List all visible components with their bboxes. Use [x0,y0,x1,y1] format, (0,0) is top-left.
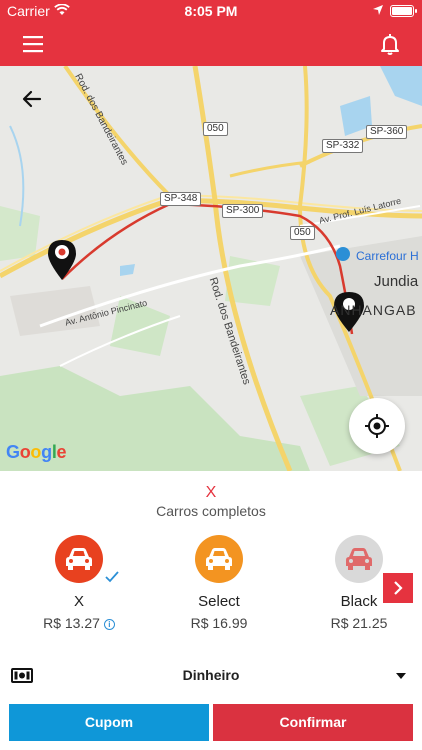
ride-option-price: R$ 21.25 [330,615,388,631]
location-arrow-icon [373,5,383,15]
city-label: Jundia [374,273,419,290]
origin-pin-icon [48,240,76,280]
status-bar: Carrier 8:05 PM [0,0,422,22]
ride-option-select[interactable]: Select R$ 16.99 [164,535,274,635]
route-map[interactable]: Rod. dos Bandeirantes SP-348 SP-300 SP-3… [0,66,422,471]
ride-option-price: R$ 13.27 i [24,615,134,631]
district-label: ANHANGAB [330,302,417,318]
chevron-right-icon [394,581,403,595]
payment-method-selector[interactable]: Dinheiro [0,661,422,691]
road-shield: SP-360 [366,125,408,139]
info-icon[interactable]: i [103,619,115,630]
hamburger-menu-icon[interactable] [22,34,44,54]
category-subtitle: Carros completos [156,503,266,519]
road-shield: SP-300 [222,204,264,218]
clock: 8:05 PM [184,3,238,19]
car-icon [335,535,383,583]
category-title: X [205,484,217,501]
next-options-button[interactable] [383,573,413,603]
top-nav-bar [0,22,422,66]
my-location-button[interactable] [349,398,405,454]
check-icon [105,571,119,583]
car-icon [195,535,243,583]
coupon-button[interactable]: Cupom [9,704,209,741]
road-shield: SP-332 [322,139,364,153]
confirm-button[interactable]: Confirmar [213,704,413,741]
road-shield: 050 [203,122,228,136]
ride-options-panel: X Carros completos X R$ 13.27 i Select R… [0,471,422,750]
ride-option-x[interactable]: X R$ 13.27 i [24,535,134,635]
ride-option-price: R$ 16.99 [190,615,248,631]
battery-icon [390,5,417,17]
road-shield: SP-348 [160,192,202,206]
back-arrow-icon[interactable] [20,86,46,112]
bell-icon[interactable] [378,32,402,56]
ride-option-name: Select [198,593,240,610]
ride-option-name: X [73,593,84,610]
payment-method-label: Dinheiro [182,667,240,683]
crosshair-icon [365,414,389,438]
carrefour-poi-icon [336,247,350,261]
road-shield: 050 [290,226,315,240]
poi-label: Carrefour H [356,249,419,263]
car-icon [55,535,103,583]
caret-down-icon [396,673,406,679]
google-logo: Google [6,442,67,462]
